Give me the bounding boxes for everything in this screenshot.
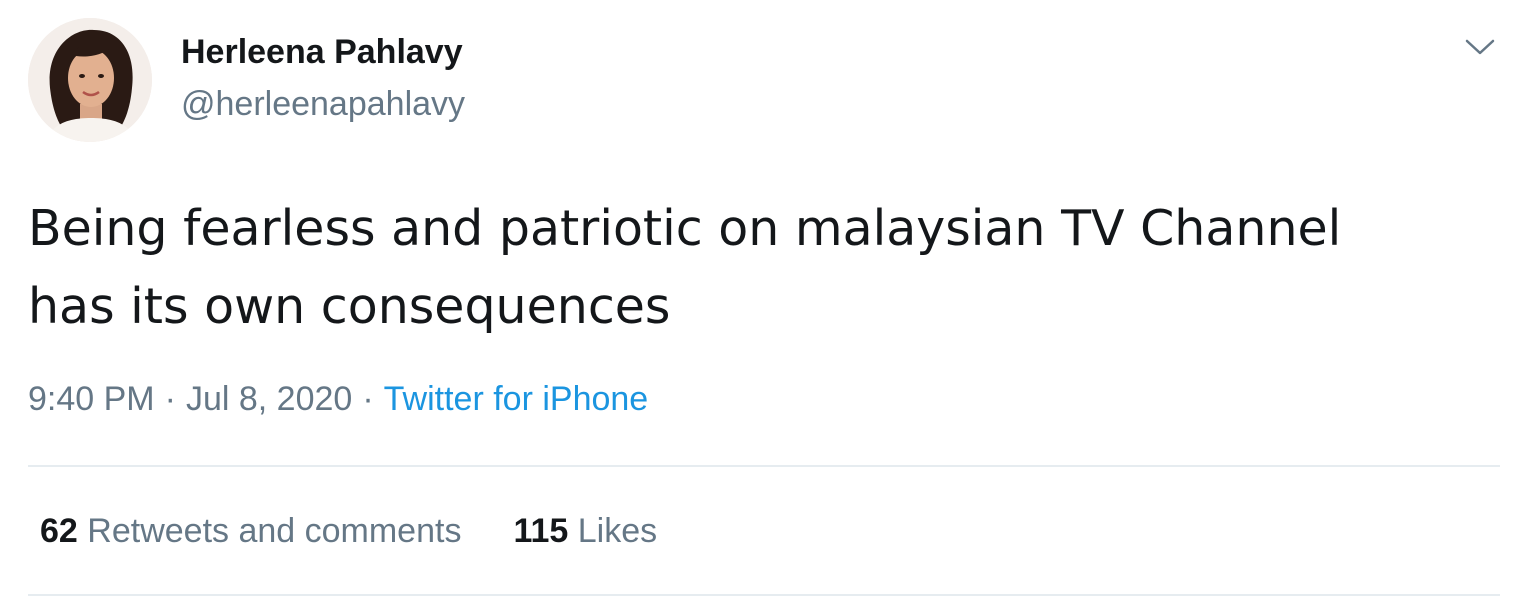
avatar[interactable]	[28, 18, 152, 142]
tweet-text-line: Being fearless and patriotic on malaysia…	[28, 200, 1342, 257]
author-display-name[interactable]: Herleena Pahlavy	[181, 33, 463, 72]
tweet-text-line: has its own consequences	[28, 278, 671, 335]
tweet-stats: 62 Retweets and comments 115 Likes	[40, 512, 657, 551]
tweet-card: Herleena Pahlavy @herleenapahlavy Being …	[0, 0, 1513, 600]
tweet-source-link[interactable]: Twitter for iPhone	[384, 380, 649, 418]
likes-count: 115	[513, 512, 569, 550]
tweet-time[interactable]: 9:40 PM	[28, 380, 155, 418]
avatar-image	[28, 18, 152, 142]
tweet-date[interactable]: Jul 8, 2020	[186, 380, 352, 418]
tweet-meta: 9:40 PM · Jul 8, 2020 · Twitter for iPhone	[28, 380, 648, 419]
likes-label: Likes	[577, 512, 658, 550]
retweets-stat[interactable]: 62 Retweets and comments	[40, 512, 461, 551]
likes-stat[interactable]: 115 Likes	[513, 512, 657, 551]
chevron-down-icon[interactable]	[1463, 35, 1497, 59]
tweet-text: Being fearless and patriotic on malaysia…	[28, 190, 1468, 346]
meta-separator: ·	[362, 380, 374, 418]
divider	[28, 594, 1500, 596]
retweets-count: 62	[40, 512, 78, 550]
divider	[28, 465, 1500, 467]
retweets-label: Retweets and comments	[87, 512, 462, 550]
author-handle[interactable]: @herleenapahlavy	[181, 85, 465, 124]
meta-separator: ·	[164, 380, 176, 418]
